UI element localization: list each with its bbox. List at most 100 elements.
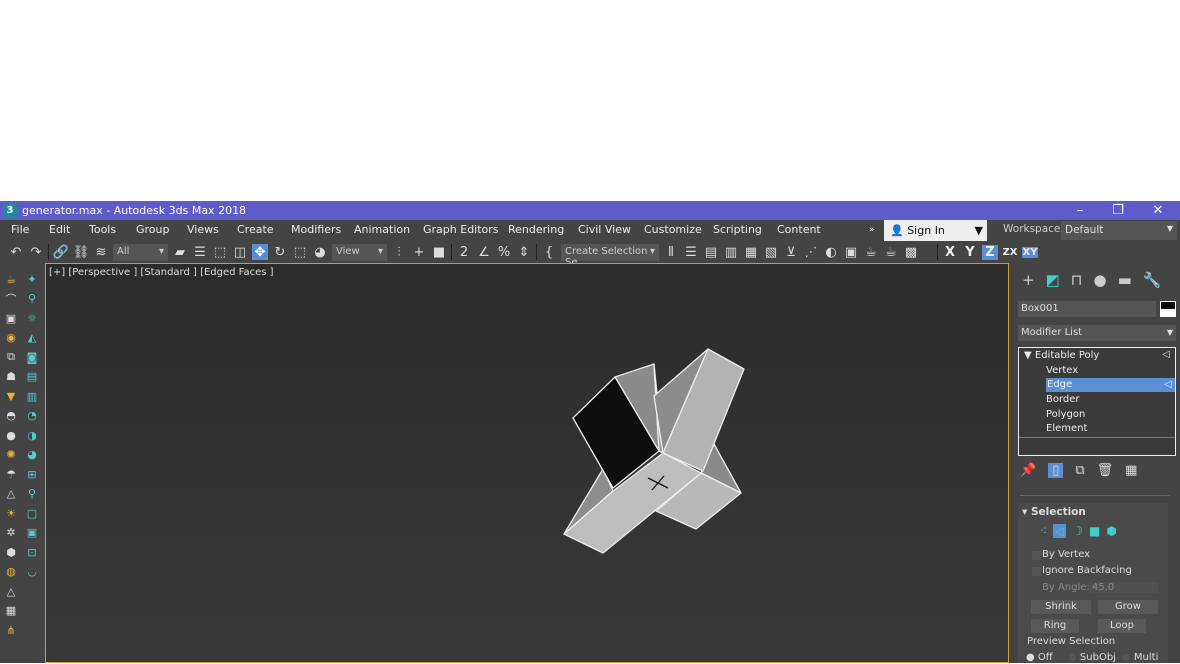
tool-icon[interactable]: ▥ [24,388,40,404]
preview-subobj-radio[interactable]: ● SubObj [1068,652,1116,663]
stack-item-vertex[interactable]: Vertex [1046,364,1078,378]
stack-item-editable-poly[interactable]: ▼ Editable Poly [1024,349,1099,363]
shrink-button[interactable]: Shrink [1031,600,1091,614]
border-mode-icon[interactable]: ☽ [1072,524,1083,538]
tool-icon[interactable]: ✲ [3,525,19,541]
tool-icon[interactable]: ☂ [3,466,19,482]
axis-xy-button[interactable]: XY [1022,246,1038,258]
menu-civil-view[interactable]: Civil View [578,223,631,236]
place-icon[interactable]: ◕ [312,244,328,260]
tool-icon[interactable]: ◭ [24,330,40,346]
configure-modifier-sets-icon[interactable]: ▦ [1125,463,1137,478]
layer-explorer-icon[interactable]: ▥ [723,244,739,260]
menu-edit[interactable]: Edit [49,223,70,236]
tool-icon[interactable]: ● [3,427,19,443]
preview-multi-radio[interactable]: ● Multi [1122,652,1158,663]
tool-icon[interactable]: ⌒ [3,291,19,307]
scene-explorer-icon[interactable]: ▤ [703,244,719,260]
tool-icon[interactable]: ☗ [3,369,19,385]
menu-overflow-icon[interactable]: » [869,225,875,235]
tool-icon[interactable]: ☀ [3,505,19,521]
curve-editor-icon[interactable]: ▧ [763,244,779,260]
vertex-mode-icon[interactable]: ⁖ [1040,524,1047,538]
sign-in-button[interactable]: 👤 Sign In ▼ [884,220,987,241]
tool-icon[interactable]: ☼ [24,310,40,326]
tool-icon[interactable]: ◉ [3,330,19,346]
render-iterative-icon[interactable]: ▩ [903,244,919,260]
tool-icon[interactable]: ☕ [3,271,19,287]
grow-button[interactable]: Grow [1098,600,1158,614]
menu-content[interactable]: Content [777,223,821,236]
viewport-perspective[interactable]: [+] [Perspective ] [Standard ] [Edged Fa… [45,263,1009,663]
display-tab-icon[interactable]: ▬ [1118,271,1132,289]
named-selection-dropdown[interactable]: Create Selection Se ▾ [561,243,659,268]
tool-icon[interactable]: ⋔ [3,622,19,638]
minimize-icon[interactable]: – [1060,201,1100,220]
close-icon[interactable]: ✕ [1138,201,1178,220]
ribbon-icon[interactable]: ▦ [743,244,759,260]
tool-icon[interactable]: ◔ [24,408,40,424]
reference-coordinate-dropdown[interactable]: View ▾ [332,243,387,261]
tool-icon[interactable]: ◕ [24,447,40,463]
modifier-list-dropdown[interactable]: Modifier List ▼ [1018,325,1176,341]
axis-z-button[interactable]: Z [982,244,998,260]
tool-icon[interactable]: ⊞ [24,466,40,482]
tool-icon[interactable]: ⊡ [24,544,40,560]
tool-icon[interactable]: △ [3,486,19,502]
keyboard-shortcut-icon[interactable]: ■ [431,244,447,260]
tool-icon[interactable]: ▣ [24,525,40,541]
menu-graph-editors[interactable]: Graph Editors [423,223,499,236]
redo-icon[interactable]: ↷ [28,244,44,260]
tool-icon[interactable]: ▼ [3,388,19,404]
stack-item-polygon[interactable]: Polygon [1046,408,1085,422]
menu-create[interactable]: Create [237,223,274,236]
select-manipulate-icon[interactable]: + [411,244,427,260]
scene-object[interactable] [46,264,1010,664]
loop-button[interactable]: Loop [1098,619,1146,633]
pin-stack-icon[interactable]: 📌 [1020,463,1036,478]
tool-icon[interactable]: ⧉ [3,349,19,365]
tool-icon[interactable]: ⚲ [24,291,40,307]
menu-group[interactable]: Group [136,223,170,236]
restore-icon[interactable]: ❐ [1098,201,1138,220]
app-icon[interactable]: 3 [3,203,17,218]
render-setup-icon[interactable]: ▣ [843,244,859,260]
spinner-snap-icon[interactable]: ⇕ [516,244,532,260]
axis-x-button[interactable]: X [942,245,958,260]
menu-animation[interactable]: Animation [354,223,410,236]
remove-modifier-icon[interactable]: 🗑 [1097,463,1114,478]
show-end-result-icon[interactable]: ▯ [1048,463,1064,478]
mirror-icon[interactable]: ⫴ [663,244,679,260]
axis-y-button[interactable]: Y [962,245,978,260]
select-object-icon[interactable]: ▰ [172,244,188,260]
workspace-select[interactable]: Default ▼ [1061,221,1177,240]
dope-sheet-icon[interactable]: ⊻ [783,244,799,260]
selection-filter-dropdown[interactable]: All ▾ [113,243,168,261]
tool-icon[interactable]: ◙ [24,349,40,365]
rotate-icon[interactable]: ↻ [272,244,288,260]
object-name-input[interactable]: Box001 [1018,301,1156,317]
menu-scripting[interactable]: Scripting [713,223,762,236]
tool-icon[interactable]: △ [3,583,19,599]
tool-icon[interactable]: ◡ [24,564,40,580]
link-icon[interactable]: 🔗 [53,244,69,260]
axis-zx-button[interactable]: ZX [1002,247,1018,258]
material-editor-icon[interactable]: ◐ [823,244,839,260]
move-icon[interactable]: ✥ [252,244,268,260]
tool-icon[interactable]: ▢ [24,505,40,521]
element-mode-icon[interactable]: ⬢ [1106,524,1116,538]
by-angle-input[interactable]: 45,0 [1090,582,1158,593]
bind-space-warp-icon[interactable]: ≋ [93,244,109,260]
tool-icon[interactable]: ◓ [3,408,19,424]
modify-tab-icon[interactable]: ◩ [1046,271,1060,289]
rectangle-selection-icon[interactable]: ⬚ [212,244,228,260]
menu-customize[interactable]: Customize [644,223,702,236]
snaps-toggle-icon[interactable]: 2 [456,244,472,260]
menu-tools[interactable]: Tools [89,223,116,236]
preview-off-radio[interactable]: ● Off [1026,652,1053,663]
stack-item-border[interactable]: Border [1046,393,1080,407]
angle-snap-icon[interactable]: ∠ [476,244,492,260]
undo-icon[interactable]: ↶ [8,244,24,260]
ignore-backfacing-checkbox[interactable] [1032,567,1041,576]
stack-item-edge[interactable]: Edge ◁ [1046,378,1175,392]
